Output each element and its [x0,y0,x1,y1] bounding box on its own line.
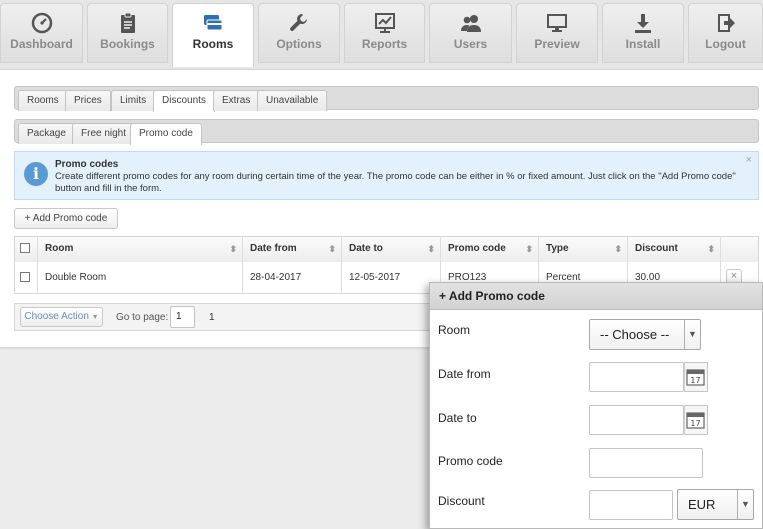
add-promo-code-button[interactable]: + Add Promo code [14,208,118,229]
promo-code-label: Promo code [438,454,503,468]
top-navigation: Dashboard Bookings Rooms Options Reports… [0,0,763,70]
subtab-unavailable[interactable]: Unavailable [257,90,328,111]
subtab-limits[interactable]: Limits [111,90,156,111]
column-header-promo-code[interactable]: Promo code ⬍ [441,237,539,262]
promo-code-input[interactable] [589,448,703,478]
column-header-type[interactable]: Type ⬍ [539,237,628,262]
info-title: Promo codes [55,159,119,170]
nav-tab-preview[interactable]: Preview [516,3,598,63]
info-text: Create different promo codes for any roo… [55,171,736,194]
discounts-subtab-bar: Package Free night Promo code [14,119,759,145]
sort-icon: ⬍ [427,244,435,254]
calendar-icon: 17 [686,369,705,386]
goto-page-input[interactable]: 1 [170,306,195,328]
column-header-room[interactable]: Room ⬍ [38,237,243,262]
date-to-calendar-button[interactable]: 17 [684,405,708,435]
nav-tab-logout[interactable]: Logout [688,3,763,63]
column-header-date-to[interactable]: Date to ⬍ [342,237,441,262]
date-to-input[interactable] [589,405,684,435]
close-icon[interactable]: × [746,154,752,166]
currency-select[interactable]: EUR ▼ [677,489,754,520]
rooms-subtab-bar: Rooms Prices Limits Discounts Extras Una… [14,86,759,112]
sort-icon: ⬍ [525,244,533,254]
dashboard-icon [31,12,52,34]
column-header-actions [721,237,758,262]
date-to-label: Date to [438,411,477,425]
svg-text:17: 17 [690,376,700,385]
cell-date-from: 28-04-2017 [243,262,342,294]
clipboard-icon [120,12,135,33]
wrench-icon [290,14,308,32]
room-select[interactable]: -- Choose -- ▼ [589,319,701,350]
monitor-icon [547,14,567,32]
info-icon: i [24,162,48,186]
users-icon [460,15,481,32]
dialog-title: + Add Promo code [430,283,762,310]
nav-tab-reports[interactable]: Reports [344,3,425,63]
nav-tab-options[interactable]: Options [258,3,340,63]
subtab-promo-code[interactable]: Promo code [130,123,202,145]
row-checkbox[interactable] [20,272,30,282]
cell-date-to: 12-05-2017 [342,262,441,294]
sort-icon: ⬍ [707,244,715,254]
info-box: i Promo codes Create different promo cod… [14,151,759,200]
subtab-rooms[interactable]: Rooms [18,90,68,111]
chart-icon [374,13,395,33]
row-select-cell [15,262,38,294]
sort-icon: ⬍ [328,244,336,254]
calendar-icon: 17 [686,412,705,429]
chevron-down-icon: ▼ [91,314,99,321]
page-number[interactable]: 1 [209,312,215,323]
credit-card-icon [204,15,223,31]
discount-label: Discount [438,494,485,508]
column-header-discount[interactable]: Discount ⬍ [628,237,721,262]
subtab-extras[interactable]: Extras [213,90,260,111]
subtab-discounts[interactable]: Discounts [153,90,215,112]
logout-icon [717,14,735,32]
nav-tab-dashboard[interactable]: Dashboard [0,3,83,63]
discount-input[interactable] [589,490,673,520]
download-icon [635,14,651,33]
subtab-package[interactable]: Package [18,123,75,144]
svg-text:17: 17 [690,419,700,428]
column-header-date-from[interactable]: Date from ⬍ [243,237,342,262]
choose-action-dropdown[interactable]: Choose Action ▼ [20,307,103,327]
add-promo-code-dialog: + Add Promo code Room -- Choose -- ▼ Dat… [429,282,763,529]
date-from-calendar-button[interactable]: 17 [684,362,708,392]
date-from-input[interactable] [589,362,684,392]
nav-tab-bookings[interactable]: Bookings [87,3,168,63]
subtab-free-night[interactable]: Free night [72,123,136,144]
nav-tab-rooms[interactable]: Rooms [172,3,254,67]
nav-tab-users[interactable]: Users [429,3,512,63]
nav-tab-install[interactable]: Install [602,3,684,63]
sort-icon: ⬍ [614,244,622,254]
date-from-label: Date from [438,367,491,381]
subtab-prices[interactable]: Prices [65,90,111,111]
room-label: Room [438,323,471,337]
cell-room: Double Room [38,262,243,294]
select-all-checkbox[interactable] [20,243,30,253]
chevron-down-icon: ▼ [737,490,753,519]
goto-page-label: Go to page: [116,312,169,323]
chevron-down-icon: ▼ [684,320,700,349]
sort-icon: ⬍ [229,244,237,254]
select-all-cell [15,237,38,262]
